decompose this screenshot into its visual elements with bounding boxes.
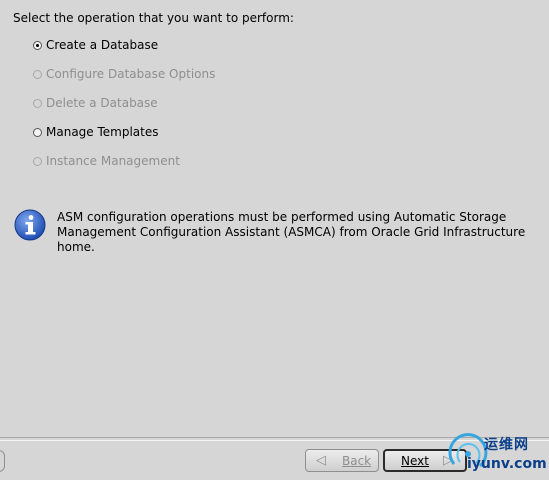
option-delete-database: Delete a Database bbox=[33, 95, 158, 111]
option-manage-templates[interactable]: Manage Templates bbox=[33, 124, 159, 140]
radio-selected-icon[interactable] bbox=[33, 40, 42, 50]
option-configure-database-options: Configure Database Options bbox=[33, 66, 215, 82]
operation-prompt: Select the operation that you want to pe… bbox=[13, 11, 294, 25]
option-create-database[interactable]: Create a Database bbox=[33, 37, 158, 53]
option-instance-management: Instance Management bbox=[33, 153, 180, 169]
radio-icon bbox=[33, 156, 42, 166]
option-label: Create a Database bbox=[46, 38, 159, 52]
watermark-text-en: iyunv.com bbox=[467, 456, 547, 472]
info-icon bbox=[14, 209, 46, 241]
option-label: Delete a Database bbox=[46, 96, 158, 110]
arrow-left-icon: ◁ bbox=[316, 453, 326, 468]
info-text: ASM configuration operations must be per… bbox=[57, 210, 547, 255]
radio-icon bbox=[33, 69, 42, 79]
radio-icon[interactable] bbox=[33, 127, 42, 137]
watermark-text-cn: 运维网 bbox=[484, 437, 529, 453]
help-button-partial[interactable] bbox=[0, 450, 5, 472]
radio-icon bbox=[33, 98, 42, 108]
option-label: Configure Database Options bbox=[46, 67, 216, 81]
watermark: 运维网 iyunv.com bbox=[444, 430, 549, 480]
back-button: ◁ Back bbox=[305, 449, 379, 472]
option-label: Manage Templates bbox=[46, 125, 159, 139]
option-label: Instance Management bbox=[46, 154, 180, 168]
info-line-2: Management Configuration Assistant (ASMC… bbox=[57, 225, 526, 254]
info-line-1: ASM configuration operations must be per… bbox=[57, 210, 507, 224]
